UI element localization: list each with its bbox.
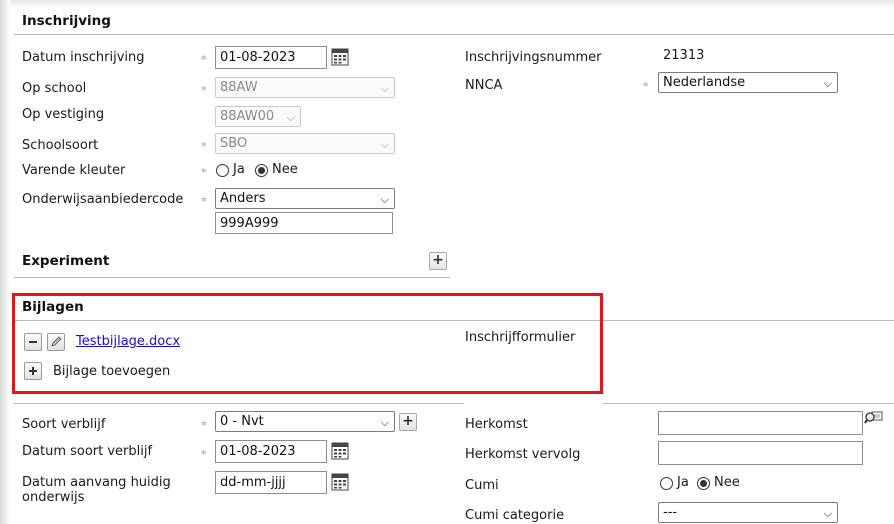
- divider: [14, 403, 464, 404]
- divider: [603, 403, 894, 404]
- label-datum-aanvang: Datum aanvang huidig: [22, 475, 171, 490]
- label-onderwijsaanbiedercode: Onderwijsaanbiedercode: [22, 192, 184, 207]
- label-op-school: Op school: [22, 81, 87, 96]
- label-op-vestiging: Op vestiging: [22, 107, 105, 122]
- cumi-categorie-select[interactable]: --- ⌵: [658, 502, 838, 523]
- label-soort-verblijf: Soort verblijf: [22, 417, 106, 432]
- required-mark: *: [201, 53, 207, 66]
- radio-label-ja: Ja: [677, 475, 689, 490]
- radio-label-nee: Nee: [272, 162, 298, 177]
- label-datum-aanvang-line2: onderwijs: [22, 490, 85, 505]
- varende-kleuter-nee-radio[interactable]: [255, 164, 268, 177]
- calendar-icon[interactable]: [331, 48, 349, 66]
- chevron-down-icon: ⌵: [380, 416, 389, 429]
- section-title-experiment: Experiment: [22, 253, 110, 269]
- required-mark: *: [201, 166, 207, 179]
- cumi-nee-radio[interactable]: [697, 477, 710, 490]
- calendar-icon[interactable]: [331, 473, 349, 491]
- datum-aanvang-input[interactable]: dd-mm-jjjj: [215, 471, 327, 494]
- cumi-ja-radio[interactable]: [660, 477, 673, 490]
- chevron-down-icon: ⌵: [823, 77, 832, 90]
- label-herkomst: Herkomst: [465, 417, 528, 432]
- chevron-down-icon: ⌵: [823, 507, 832, 520]
- datum-inschrijving-input[interactable]: 01-08-2023: [215, 46, 327, 69]
- soort-verblijf-add-button[interactable]: +: [399, 413, 417, 431]
- label-nnca: NNCA: [465, 78, 503, 93]
- required-mark: *: [201, 195, 207, 208]
- label-herkomst-vervolg: Herkomst vervolg: [465, 447, 581, 462]
- chevron-down-icon: ⌵: [380, 193, 389, 206]
- required-mark: *: [201, 84, 207, 97]
- required-mark: *: [201, 140, 207, 153]
- required-mark: *: [201, 448, 207, 461]
- schoolsoort-select[interactable]: SBO ⌵: [215, 133, 395, 154]
- lookup-icon[interactable]: [864, 410, 884, 428]
- datum-soort-verblijf-input[interactable]: 01-08-2023: [215, 440, 327, 463]
- section-title-inschrijving: Inschrijving: [22, 13, 111, 29]
- required-mark: *: [643, 80, 649, 93]
- highlight-box: [12, 293, 603, 394]
- op-school-select[interactable]: 88AW ⌵: [215, 77, 395, 98]
- divider: [14, 277, 450, 278]
- label-inschrijvingsnummer: Inschrijvingsnummer: [465, 50, 602, 65]
- chevron-down-icon: ⌵: [286, 111, 295, 124]
- label-varende-kleuter: Varende kleuter: [22, 163, 126, 178]
- radio-label-ja: Ja: [233, 162, 245, 177]
- label-cumi: Cumi: [465, 478, 499, 493]
- label-cumi-categorie: Cumi categorie: [465, 508, 565, 523]
- label-datum-inschrijving: Datum inschrijving: [22, 50, 145, 65]
- herkomst-vervolg-input[interactable]: [658, 441, 863, 465]
- label-schoolsoort: Schoolsoort: [22, 138, 99, 153]
- onderwijsaanbiedercode-input[interactable]: 999A999: [215, 212, 393, 234]
- onderwijsaanbiedercode-select[interactable]: Anders ⌵: [215, 188, 395, 209]
- required-mark: *: [201, 419, 207, 432]
- chevron-down-icon: ⌵: [380, 82, 389, 95]
- chevron-down-icon: ⌵: [380, 138, 389, 151]
- varende-kleuter-ja-radio[interactable]: [216, 164, 229, 177]
- radio-label-nee: Nee: [714, 475, 740, 490]
- top-shadow: [0, 0, 894, 8]
- soort-verblijf-select[interactable]: 0 - Nvt ⌵: [215, 411, 395, 432]
- experiment-add-button[interactable]: +: [429, 252, 447, 270]
- inschrijvingsnummer-value: 21313: [663, 48, 705, 63]
- calendar-icon[interactable]: [331, 442, 349, 460]
- divider: [14, 34, 894, 35]
- herkomst-input[interactable]: [658, 411, 863, 435]
- left-shadow: [0, 0, 10, 524]
- nnca-select[interactable]: Nederlandse ⌵: [658, 72, 838, 93]
- label-datum-soort-verblijf: Datum soort verblijf: [22, 444, 153, 459]
- op-vestiging-select[interactable]: 88AW00 ⌵: [215, 106, 301, 127]
